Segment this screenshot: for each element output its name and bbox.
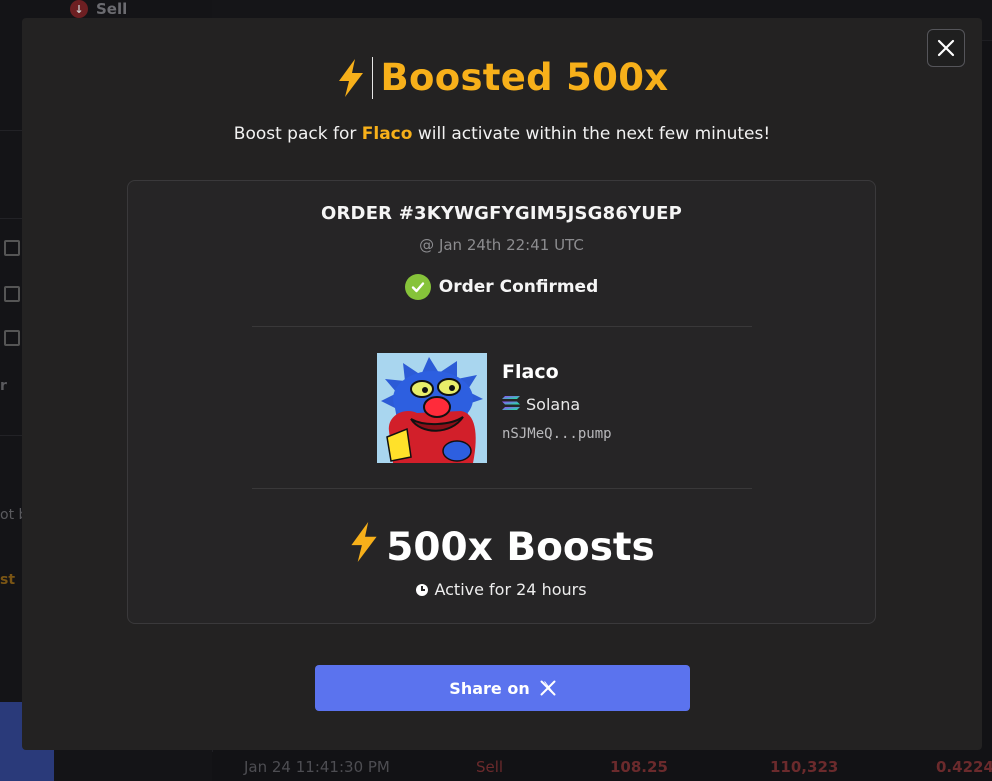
close-icon: [937, 39, 955, 57]
boost-amount-label: 500x Boosts: [386, 524, 655, 570]
background-trade-type: Sell: [476, 757, 504, 776]
order-status: Order Confirmed: [128, 274, 875, 300]
copy-icon: [4, 240, 20, 256]
check-circle-icon: [404, 274, 431, 300]
bolt-icon: [348, 521, 380, 573]
order-number: ORDER #3KYWGFYGIM5JSG86YUEP: [320, 203, 682, 224]
background-sell-label: Sell: [96, 0, 128, 18]
token-details: Flaco Solana nSJMeQ...pump: [502, 353, 612, 463]
token-summary: Flaco Solana nSJMeQ...pump: [377, 353, 612, 463]
token-address[interactable]: nSJMeQ...pump: [502, 426, 612, 442]
activation-message-suffix: will activate within the next few minute…: [412, 124, 771, 144]
boost-duration-label: Active for 24 hours: [434, 580, 587, 599]
order-card: ORDER #3KYWGFYGIM5JSG86YUEP @ Jan 24th 2…: [127, 180, 876, 624]
copy-icon: [4, 330, 20, 346]
arrow-down-icon: ↓: [70, 0, 88, 18]
activation-message: Boost pack for Flaco will activate withi…: [22, 124, 982, 144]
divider: [252, 488, 752, 489]
text-caret: [371, 56, 373, 99]
x-logo-icon: [540, 680, 556, 696]
token-chain-label: Solana: [526, 395, 581, 414]
boost-amount: 500x Boosts: [128, 521, 875, 573]
modal-title: Boosted 500x: [22, 56, 982, 99]
background-trade-time: Jan 24 11:41:30 PM: [244, 757, 390, 776]
share-button-label: Share on: [449, 678, 530, 698]
token-avatar: [377, 353, 487, 463]
clock-icon: [416, 583, 429, 596]
boost-duration: Active for 24 hours: [128, 580, 875, 599]
share-on-x-button[interactable]: Share on: [315, 665, 690, 711]
background-sell-tab: ↓ Sell: [70, 0, 127, 18]
background-partial-text: r: [0, 378, 7, 394]
background-trade-price: 0.4224: [936, 757, 992, 776]
background-trade-tokens: 110,323: [770, 757, 839, 776]
order-timestamp: @ Jan 24th 22:41 UTC: [419, 236, 584, 254]
modal-title-text: Boosted 500x: [380, 56, 669, 99]
bolt-icon: [336, 58, 366, 98]
background-partial-text: st: [0, 572, 16, 588]
copy-icon: [4, 286, 20, 302]
token-name: Flaco: [502, 361, 559, 383]
solana-icon: [502, 395, 520, 414]
order-status-label: Order Confirmed: [438, 277, 599, 297]
divider: [252, 326, 752, 327]
background-trade-row: Jan 24 11:41:30 PM Sell 108.25 110,323 0…: [212, 752, 992, 781]
activation-message-token: Flaco: [361, 124, 413, 144]
background-trade-amount: 108.25: [610, 757, 668, 776]
token-chain: Solana: [502, 395, 612, 414]
boost-confirmation-modal: Boosted 500x Boost pack for Flaco will a…: [22, 18, 982, 750]
activation-message-prefix: Boost pack for: [233, 124, 362, 144]
